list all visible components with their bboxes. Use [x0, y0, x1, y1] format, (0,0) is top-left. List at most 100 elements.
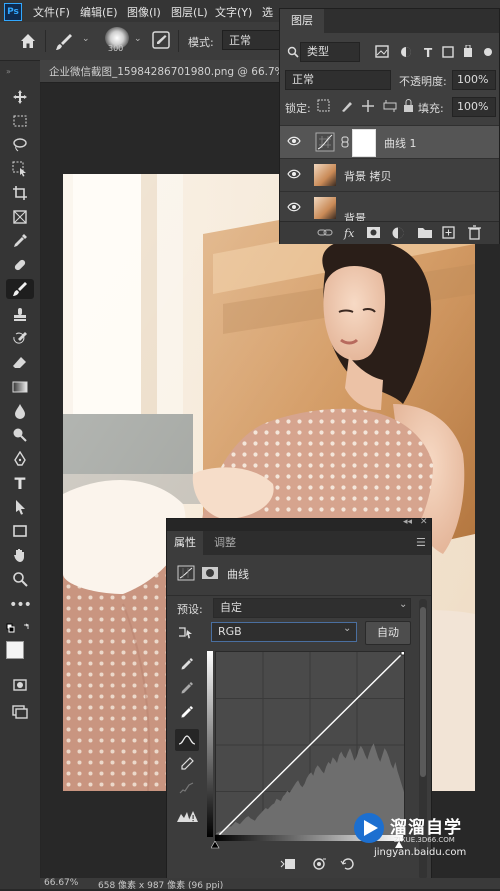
menu-type[interactable]: 文字(Y) [215, 4, 252, 20]
pen-tool-icon[interactable] [10, 449, 30, 469]
document-title: 企业微信截图_15984286701980.png @ 66.7% [49, 66, 285, 78]
chevron-down-icon[interactable]: ⌄ [82, 34, 90, 44]
watermark-brand: 溜溜自学 [390, 818, 462, 838]
chevron-down-icon[interactable]: ⌄ [399, 599, 407, 610]
layer-row-background-copy[interactable]: 背景 拷贝 [280, 158, 499, 191]
hand-tool-icon[interactable] [10, 545, 30, 565]
fx-icon: fx [343, 227, 355, 240]
chevron-down-icon[interactable]: ⌄ [134, 34, 142, 44]
panel-drag-strip[interactable]: ◂◂ ✕ [167, 517, 431, 531]
eye-icon[interactable] [287, 169, 301, 179]
history-brush-icon[interactable] [10, 329, 30, 349]
fill-input[interactable]: 100% [452, 97, 496, 117]
sample-white-point-icon[interactable] [177, 703, 197, 721]
tab-adjustments[interactable]: 调整 [207, 531, 243, 555]
blend-mode-select[interactable]: 正常 [285, 70, 391, 90]
layer-name: 背景 拷贝 [344, 170, 392, 183]
mask-icon[interactable] [201, 565, 219, 581]
channel-select[interactable]: RGB [211, 622, 357, 642]
marquee-tool-icon[interactable] [10, 111, 30, 131]
curve-control-point [400, 648, 408, 656]
home-icon[interactable] [18, 31, 38, 51]
brush-settings-icon[interactable] [151, 30, 171, 50]
layer-row-curves[interactable]: 曲线 1 [280, 125, 499, 158]
toolbar-collapse-icon[interactable]: » [6, 67, 11, 76]
clone-stamp-icon[interactable] [10, 305, 30, 325]
panel-menu-icon[interactable]: ☰ [416, 536, 426, 549]
menu-select[interactable]: 选 [262, 4, 273, 20]
document-tab[interactable]: 企业微信截图_15984286701980.png @ 66.7% [40, 60, 285, 83]
opacity-input[interactable]: 100% [452, 70, 496, 90]
crop-tool-icon[interactable] [10, 183, 30, 203]
lock-icons[interactable] [316, 99, 416, 113]
scrollbar-thumb[interactable] [420, 607, 426, 777]
link-layers-icon [317, 229, 333, 236]
output-gradient-bar [207, 651, 213, 837]
filter-kind-select[interactable]: 类型 [300, 42, 360, 62]
healing-brush-icon[interactable] [10, 255, 30, 275]
layers-panel: 图层 类型 T 正常 不透明度: 100% 锁定: 填充: 100% 曲线 1 [279, 8, 500, 244]
brush-tool-icon[interactable] [54, 32, 74, 52]
layer-row-background[interactable]: 背景 [280, 191, 499, 222]
tab-properties[interactable]: 属性 [167, 531, 203, 555]
zoom-tool-icon[interactable] [10, 569, 30, 589]
move-tool-icon[interactable] [10, 87, 30, 107]
brush-tool-icon[interactable] [6, 279, 34, 299]
frame-tool-icon[interactable] [10, 207, 30, 227]
mode-label: 模式: [188, 36, 214, 49]
menu-edit[interactable]: 编辑(E) [80, 4, 118, 20]
default-colors-icon[interactable] [6, 623, 34, 635]
lasso-tool-icon[interactable] [10, 135, 30, 155]
lock-label: 锁定: [285, 102, 311, 115]
watermark-url: ZIXUE.3D66.COM [394, 836, 455, 844]
eye-icon[interactable] [287, 202, 301, 212]
group-folder-icon [418, 228, 432, 238]
eye-icon[interactable] [287, 136, 301, 146]
close-icon: ✕ [420, 517, 428, 527]
rectangle-tool-icon[interactable] [10, 521, 30, 541]
separator [45, 30, 46, 52]
layers-panel-tabbar: 图层 [280, 9, 499, 33]
sample-gray-point-icon[interactable] [177, 679, 197, 697]
gradient-tool-icon[interactable] [10, 377, 30, 397]
watermark: 溜溜自学 ZIXUE.3D66.COM jingyan.baidu.com [352, 809, 472, 861]
trash-icon [468, 225, 481, 240]
dodge-tool-icon[interactable] [10, 425, 30, 445]
foreground-color-swatch[interactable] [6, 641, 24, 659]
preset-select[interactable]: 自定 [213, 598, 411, 618]
document-info: 658 像素 x 987 像素 (96 ppi) [98, 881, 224, 891]
clipping-warning-icon[interactable] [175, 807, 199, 825]
curve-edit-points-icon[interactable] [175, 729, 199, 751]
blur-tool-icon[interactable] [10, 401, 30, 421]
add-mask-icon [367, 227, 380, 238]
menu-layer[interactable]: 图层(L) [171, 4, 208, 20]
clip-to-layer-icon [280, 859, 295, 869]
layers-footer: fx [280, 221, 499, 244]
photoshop-logo: Ps [4, 3, 22, 21]
auto-button[interactable]: 自动 [365, 621, 411, 645]
quick-mask-icon[interactable] [10, 675, 30, 695]
menu-file[interactable]: 文件(F) [33, 4, 70, 20]
filter-icons: T [373, 44, 495, 60]
object-selection-icon[interactable] [10, 159, 30, 179]
type-tool-icon[interactable]: T [10, 473, 30, 493]
mode-select[interactable]: 正常 [222, 30, 280, 50]
chevron-down-icon[interactable]: ⌄ [343, 623, 351, 634]
screen-mode-icon[interactable] [10, 701, 30, 721]
link-icon[interactable] [341, 136, 349, 148]
eraser-tool-icon[interactable] [10, 353, 30, 373]
targeted-adjustment-icon[interactable] [177, 624, 197, 640]
sample-black-point-icon[interactable] [177, 655, 197, 673]
more-tools-icon[interactable]: ••• [9, 595, 32, 615]
smooth-curve-icon[interactable] [177, 779, 197, 797]
path-selection-icon[interactable] [10, 497, 30, 517]
pencil-draw-icon[interactable] [177, 755, 197, 773]
layer-mask-thumbnail[interactable] [352, 129, 376, 157]
curves-adjustment-icon [315, 132, 335, 152]
eyedropper-tool-icon[interactable] [10, 231, 30, 251]
layer-name: 曲线 1 [384, 137, 417, 150]
menu-image[interactable]: 图像(I) [127, 4, 161, 20]
tab-layers[interactable]: 图层 [280, 9, 324, 33]
adjustment-layer-icon [392, 227, 404, 239]
layer-thumbnail [314, 197, 336, 219]
